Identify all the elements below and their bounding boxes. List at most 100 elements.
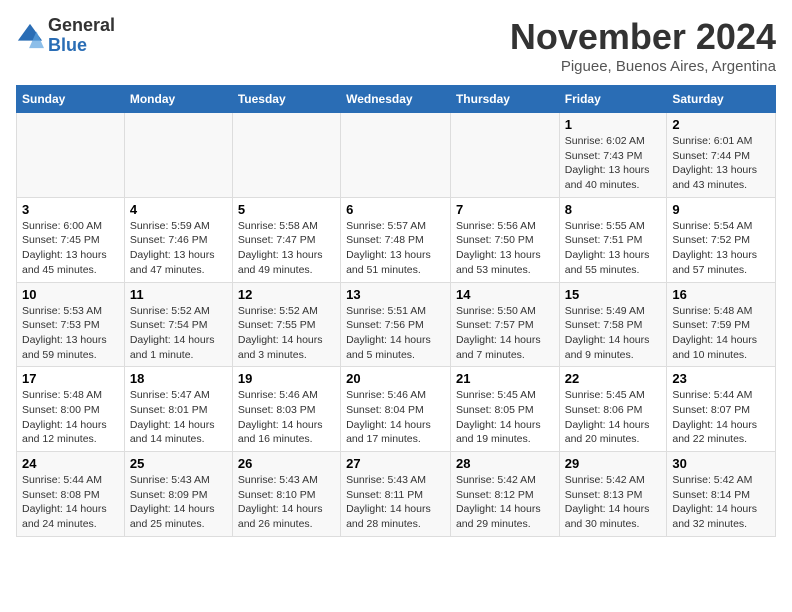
day-info: Sunrise: 5:46 AM Sunset: 8:03 PM Dayligh… <box>238 388 335 447</box>
day-number: 13 <box>346 287 445 302</box>
day-number: 28 <box>456 456 554 471</box>
calendar-header: SundayMondayTuesdayWednesdayThursdayFrid… <box>17 86 776 113</box>
day-number: 4 <box>130 202 227 217</box>
calendar-cell: 22Sunrise: 5:45 AM Sunset: 8:06 PM Dayli… <box>559 367 667 452</box>
calendar-body: 1Sunrise: 6:02 AM Sunset: 7:43 PM Daylig… <box>17 113 776 537</box>
calendar-cell: 10 Sunrise: 5:53 AM Sunset: 7:53 PM Dayli… <box>17 282 125 367</box>
calendar-cell: 6 Sunrise: 5:57 AM Sunset: 7:48 PM Daylig… <box>341 197 451 282</box>
day-info: Sunrise: 5:57 AM Sunset: 7:48 PM Dayligh… <box>346 219 445 278</box>
day-info: Sunrise: 5:55 AM Sunset: 7:51 PM Dayligh… <box>565 219 662 278</box>
day-number: 22 <box>565 371 662 386</box>
calendar-cell <box>341 113 451 198</box>
day-number: 25 <box>130 456 227 471</box>
day-number: 27 <box>346 456 445 471</box>
calendar-cell: 20Sunrise: 5:46 AM Sunset: 8:04 PM Dayli… <box>341 367 451 452</box>
calendar-cell: 26Sunrise: 5:43 AM Sunset: 8:10 PM Dayli… <box>232 452 340 537</box>
day-info: Sunrise: 5:49 AM Sunset: 7:58 PM Dayligh… <box>565 304 662 363</box>
calendar-cell: 19 Sunrise: 5:46 AM Sunset: 8:03 PM Dayli… <box>232 367 340 452</box>
day-number: 19 <box>238 371 335 386</box>
column-header-sunday: Sunday <box>17 86 125 113</box>
calendar-cell: 4 Sunrise: 5:59 AM Sunset: 7:46 PM Daylig… <box>124 197 232 282</box>
day-number: 12 <box>238 287 335 302</box>
calendar-cell: 30 Sunrise: 5:42 AM Sunset: 8:14 PM Dayli… <box>667 452 776 537</box>
location: Piguee, Buenos Aires, Argentina <box>510 58 776 75</box>
day-number: 9 <box>672 202 770 217</box>
day-number: 23 <box>672 371 770 386</box>
day-number: 3 <box>22 202 119 217</box>
calendar-cell: 8Sunrise: 5:55 AM Sunset: 7:51 PM Daylig… <box>559 197 667 282</box>
logo: General Blue <box>16 16 115 56</box>
day-info: Sunrise: 5:50 AM Sunset: 7:57 PM Dayligh… <box>456 304 554 363</box>
day-info: Sunrise: 5:47 AM Sunset: 8:01 PM Dayligh… <box>130 388 227 447</box>
week-row-4: 17Sunrise: 5:48 AM Sunset: 8:00 PM Dayli… <box>17 367 776 452</box>
day-number: 15 <box>565 287 662 302</box>
day-number: 7 <box>456 202 554 217</box>
logo-blue-text: Blue <box>48 35 87 55</box>
calendar-cell: 23 Sunrise: 5:44 AM Sunset: 8:07 PM Dayli… <box>667 367 776 452</box>
day-number: 18 <box>130 371 227 386</box>
calendar-table: SundayMondayTuesdayWednesdayThursdayFrid… <box>16 85 776 537</box>
column-header-monday: Monday <box>124 86 232 113</box>
calendar-cell: 12 Sunrise: 5:52 AM Sunset: 7:55 PM Dayli… <box>232 282 340 367</box>
title-area: November 2024 Piguee, Buenos Aires, Arge… <box>510 16 776 75</box>
calendar-cell: 17Sunrise: 5:48 AM Sunset: 8:00 PM Dayli… <box>17 367 125 452</box>
column-header-friday: Friday <box>559 86 667 113</box>
calendar-cell: 29 Sunrise: 5:42 AM Sunset: 8:13 PM Dayli… <box>559 452 667 537</box>
column-header-saturday: Saturday <box>667 86 776 113</box>
column-header-thursday: Thursday <box>450 86 559 113</box>
logo-icon <box>16 22 44 50</box>
day-number: 2 <box>672 117 770 132</box>
day-info: Sunrise: 5:58 AM Sunset: 7:47 PM Dayligh… <box>238 219 335 278</box>
day-info: Sunrise: 6:00 AM Sunset: 7:45 PM Dayligh… <box>22 219 119 278</box>
day-info: Sunrise: 5:52 AM Sunset: 7:55 PM Dayligh… <box>238 304 335 363</box>
day-info: Sunrise: 5:42 AM Sunset: 8:14 PM Dayligh… <box>672 473 770 532</box>
calendar-cell: 2 Sunrise: 6:01 AM Sunset: 7:44 PM Daylig… <box>667 113 776 198</box>
day-number: 1 <box>565 117 662 132</box>
day-info: Sunrise: 5:42 AM Sunset: 8:12 PM Dayligh… <box>456 473 554 532</box>
day-number: 5 <box>238 202 335 217</box>
day-number: 17 <box>22 371 119 386</box>
day-info: Sunrise: 5:43 AM Sunset: 8:09 PM Dayligh… <box>130 473 227 532</box>
week-row-5: 24 Sunrise: 5:44 AM Sunset: 8:08 PM Dayli… <box>17 452 776 537</box>
day-number: 30 <box>672 456 770 471</box>
calendar-cell <box>450 113 559 198</box>
day-number: 29 <box>565 456 662 471</box>
calendar-cell: 25 Sunrise: 5:43 AM Sunset: 8:09 PM Dayli… <box>124 452 232 537</box>
day-number: 21 <box>456 371 554 386</box>
day-number: 26 <box>238 456 335 471</box>
day-info: Sunrise: 5:59 AM Sunset: 7:46 PM Dayligh… <box>130 219 227 278</box>
calendar-cell: 1Sunrise: 6:02 AM Sunset: 7:43 PM Daylig… <box>559 113 667 198</box>
day-info: Sunrise: 5:45 AM Sunset: 8:05 PM Dayligh… <box>456 388 554 447</box>
column-header-wednesday: Wednesday <box>341 86 451 113</box>
calendar-cell: 27 Sunrise: 5:43 AM Sunset: 8:11 PM Dayli… <box>341 452 451 537</box>
day-info: Sunrise: 5:53 AM Sunset: 7:53 PM Dayligh… <box>22 304 119 363</box>
month-title: November 2024 <box>510 16 776 58</box>
calendar-cell: 15 Sunrise: 5:49 AM Sunset: 7:58 PM Dayli… <box>559 282 667 367</box>
day-info: Sunrise: 5:56 AM Sunset: 7:50 PM Dayligh… <box>456 219 554 278</box>
day-info: Sunrise: 5:54 AM Sunset: 7:52 PM Dayligh… <box>672 219 770 278</box>
calendar-cell: 11Sunrise: 5:52 AM Sunset: 7:54 PM Dayli… <box>124 282 232 367</box>
calendar-cell: 14 Sunrise: 5:50 AM Sunset: 7:57 PM Dayli… <box>450 282 559 367</box>
day-info: Sunrise: 5:44 AM Sunset: 8:08 PM Dayligh… <box>22 473 119 532</box>
calendar-cell: 28 Sunrise: 5:42 AM Sunset: 8:12 PM Dayli… <box>450 452 559 537</box>
day-number: 14 <box>456 287 554 302</box>
calendar-cell: 24 Sunrise: 5:44 AM Sunset: 8:08 PM Dayli… <box>17 452 125 537</box>
calendar-cell <box>17 113 125 198</box>
day-number: 10 <box>22 287 119 302</box>
logo-general-text: General <box>48 15 115 35</box>
calendar-cell: 3 Sunrise: 6:00 AM Sunset: 7:45 PM Daylig… <box>17 197 125 282</box>
day-number: 24 <box>22 456 119 471</box>
calendar-cell <box>232 113 340 198</box>
day-info: Sunrise: 5:43 AM Sunset: 8:11 PM Dayligh… <box>346 473 445 532</box>
day-info: Sunrise: 5:52 AM Sunset: 7:54 PM Dayligh… <box>130 304 227 363</box>
calendar-cell: 7 Sunrise: 5:56 AM Sunset: 7:50 PM Daylig… <box>450 197 559 282</box>
day-number: 6 <box>346 202 445 217</box>
day-info: Sunrise: 6:01 AM Sunset: 7:44 PM Dayligh… <box>672 134 770 193</box>
day-info: Sunrise: 5:44 AM Sunset: 8:07 PM Dayligh… <box>672 388 770 447</box>
calendar-cell: 9 Sunrise: 5:54 AM Sunset: 7:52 PM Daylig… <box>667 197 776 282</box>
day-number: 20 <box>346 371 445 386</box>
day-info: Sunrise: 5:42 AM Sunset: 8:13 PM Dayligh… <box>565 473 662 532</box>
column-header-tuesday: Tuesday <box>232 86 340 113</box>
day-number: 16 <box>672 287 770 302</box>
calendar-cell: 16Sunrise: 5:48 AM Sunset: 7:59 PM Dayli… <box>667 282 776 367</box>
